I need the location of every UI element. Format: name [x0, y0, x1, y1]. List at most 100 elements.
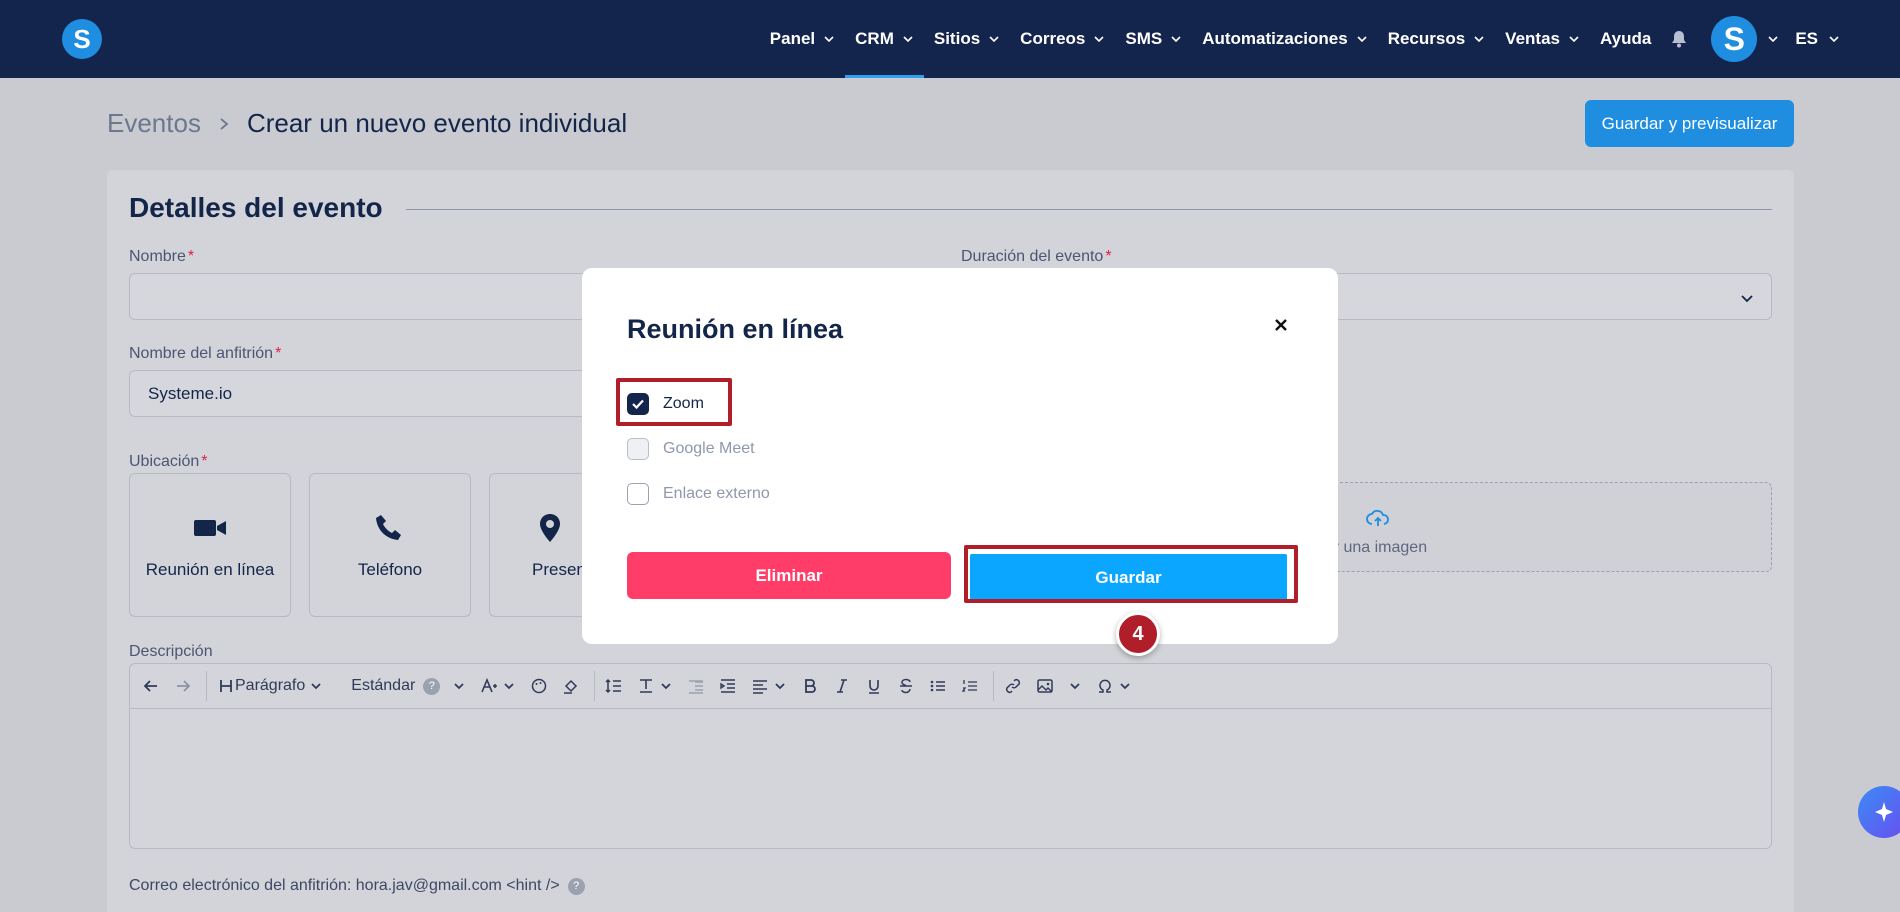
- nav-item-recursos[interactable]: Recursos: [1378, 0, 1495, 78]
- avatar[interactable]: S: [1711, 16, 1758, 62]
- numbered-list-button[interactable]: [961, 671, 979, 701]
- link-icon: [1006, 678, 1021, 694]
- location-label-text: Ubicación: [129, 453, 200, 470]
- italic-button[interactable]: [833, 671, 851, 701]
- strikethrough-button[interactable]: [897, 671, 915, 701]
- redo-button[interactable]: [174, 671, 192, 701]
- arrow-right-icon: [177, 680, 191, 692]
- close-icon[interactable]: [1270, 314, 1292, 336]
- nav-item-correos[interactable]: Correos: [1010, 0, 1115, 78]
- undo-button[interactable]: [142, 671, 160, 701]
- host-label-text: Nombre del anfitrión: [129, 345, 274, 362]
- duration-label-text: Duración del evento: [961, 248, 1104, 265]
- image-icon: [1037, 679, 1054, 693]
- name-label-text: Nombre: [129, 248, 186, 265]
- nav-item-label: Sitios: [933, 29, 981, 48]
- save-highlight-box: [964, 545, 1298, 603]
- line-height-icon: [605, 678, 622, 694]
- chevron-down-icon: [1741, 295, 1753, 303]
- bold-icon: [805, 679, 817, 693]
- bell-icon[interactable]: [1669, 29, 1689, 49]
- outdent-icon: [689, 680, 704, 694]
- align-button[interactable]: [751, 671, 787, 701]
- nav-item-label: CRM: [855, 29, 894, 48]
- option-google-meet[interactable]: Google Meet: [627, 438, 755, 460]
- paragraph-dropdown[interactable]: Parágrafo: [217, 671, 323, 701]
- indent-button[interactable]: [719, 671, 737, 701]
- highlight-button[interactable]: [562, 671, 580, 701]
- breadcrumb: Eventos Crear un nuevo evento individual: [107, 108, 627, 139]
- indent-icon: [720, 679, 736, 693]
- external-link-checkbox[interactable]: [627, 483, 649, 505]
- option-external-link[interactable]: Enlace externo: [627, 483, 770, 505]
- chevron-down-icon: [1094, 36, 1104, 43]
- hint-icon[interactable]: ?: [567, 877, 585, 895]
- chevron-down-icon[interactable]: [1767, 33, 1779, 45]
- breadcrumb-parent[interactable]: Eventos: [107, 108, 201, 139]
- bold-button[interactable]: [801, 671, 819, 701]
- outdent-button[interactable]: [687, 671, 705, 701]
- nav-item-ayuda[interactable]: Ayuda: [1590, 0, 1661, 78]
- nav-item-label: Panel: [769, 29, 816, 48]
- image-upload-area[interactable]: onar una imagen: [1324, 482, 1772, 572]
- step-badge: 4: [1116, 612, 1160, 656]
- sparkle-icon: [1875, 802, 1893, 822]
- phone-icon: [376, 515, 401, 540]
- location-label: Presen: [532, 560, 586, 579]
- align-left-icon: [753, 680, 768, 694]
- chevron-down-icon: [824, 36, 834, 43]
- chevron-right-icon: [220, 117, 229, 130]
- strikethrough-icon: [900, 678, 913, 694]
- nav-item-panel[interactable]: Panel: [760, 0, 845, 78]
- ai-assistant-button[interactable]: [1858, 786, 1900, 838]
- toolbar-divider: [594, 671, 596, 701]
- section-title: Detalles del evento: [129, 192, 383, 223]
- nav-item-crm[interactable]: CRM: [845, 0, 924, 78]
- editor-toolbar: Parágrafo Estándar ?: [130, 664, 1771, 709]
- font-dropdown[interactable]: Estándar ?: [351, 671, 466, 701]
- image-button[interactable]: [1036, 671, 1082, 701]
- paragraph-label: Parágrafo: [235, 677, 306, 694]
- heading-icon: [220, 680, 232, 692]
- delete-button[interactable]: Eliminar: [627, 552, 951, 599]
- description-label: Descripción: [129, 643, 213, 660]
- link-button[interactable]: [1004, 671, 1022, 701]
- special-characters-button[interactable]: [1096, 671, 1132, 701]
- text-color-button[interactable]: [530, 671, 548, 701]
- font-size-button[interactable]: [480, 671, 516, 701]
- logo[interactable]: S: [62, 19, 102, 59]
- host-email-text: Correo electrónico del anfitrión: hora.j…: [129, 877, 585, 895]
- numbered-list-icon: [962, 680, 978, 692]
- language-selector[interactable]: ES: [1795, 29, 1840, 49]
- host-email-label: Correo electrónico del anfitrión: hora.j…: [129, 877, 560, 894]
- google-meet-checkbox[interactable]: [627, 438, 649, 460]
- toolbar-divider: [206, 671, 207, 701]
- line-height-button[interactable]: [605, 671, 623, 701]
- google-meet-label: Google Meet: [663, 440, 755, 457]
- video-camera-icon: [194, 520, 226, 536]
- nav-item-label: Automatizaciones: [1202, 29, 1348, 48]
- bullet-list-icon: [931, 680, 946, 692]
- nav-item-sitios[interactable]: Sitios: [924, 0, 1010, 78]
- location-phone[interactable]: Teléfono: [309, 473, 471, 617]
- save-and-preview-button[interactable]: Guardar y previsualizar: [1585, 100, 1794, 147]
- nav-item-label: Recursos: [1387, 29, 1466, 48]
- font-size-icon: [481, 677, 498, 693]
- nav-item-automatizaciones[interactable]: Automatizaciones: [1192, 0, 1377, 78]
- external-link-label: Enlace externo: [663, 485, 770, 502]
- nav-item-sms[interactable]: SMS: [1115, 0, 1192, 78]
- underline-button[interactable]: [865, 671, 883, 701]
- italic-icon: [837, 679, 848, 693]
- text-style-button[interactable]: [637, 671, 673, 701]
- description-editor[interactable]: Parágrafo Estándar ?: [129, 663, 1772, 849]
- nav-item-label: Correos: [1020, 29, 1086, 48]
- bullet-list-button[interactable]: [929, 671, 947, 701]
- nav-item-ventas[interactable]: Ventas: [1495, 0, 1590, 78]
- chevron-down-icon: [989, 36, 999, 43]
- page-title: Crear un nuevo evento individual: [246, 108, 628, 138]
- nav-item-label: Ayuda: [1599, 29, 1652, 48]
- location-online-meeting[interactable]: Reunión en línea: [129, 473, 291, 617]
- chevron-down-icon: [1171, 36, 1181, 43]
- chevron-down-icon: [1120, 683, 1130, 690]
- location-label: Reunión en línea: [145, 560, 275, 579]
